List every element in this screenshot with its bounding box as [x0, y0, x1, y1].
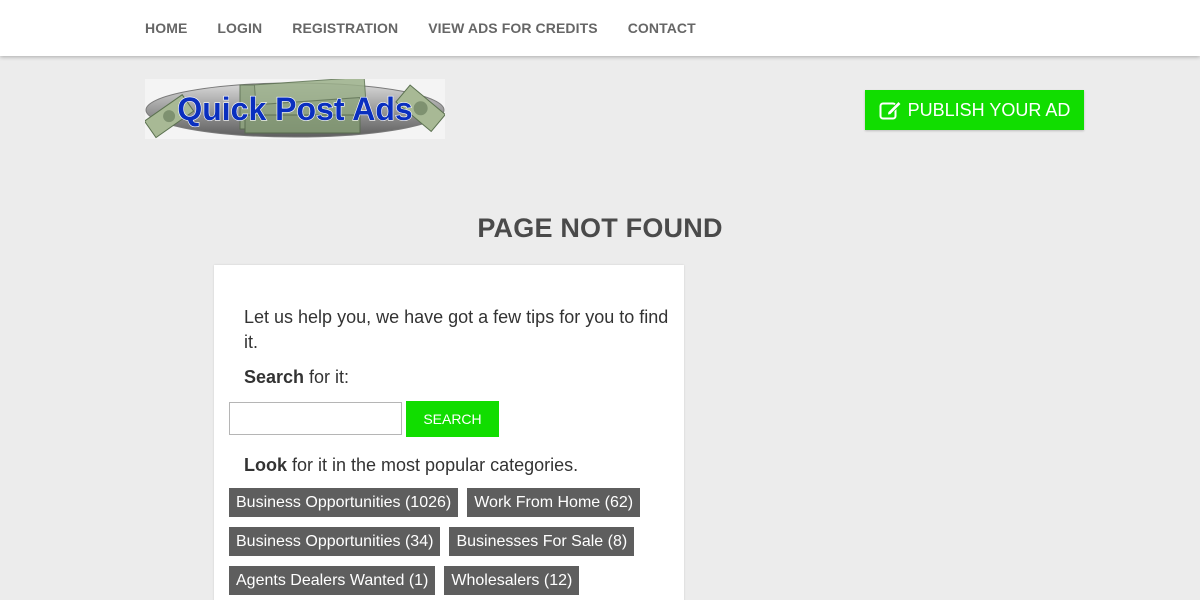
search-hint: Search for it: [244, 365, 349, 390]
popular-categories: Business Opportunities (1026) Work From … [229, 488, 669, 600]
search-hint-rest: for it: [304, 367, 350, 387]
site-logo[interactable]: Quick Post Ads [145, 79, 445, 139]
search-hint-bold: Search [244, 367, 305, 387]
category-tag[interactable]: Business Opportunities (1026) [229, 488, 459, 517]
look-hint-rest: for it in the most popular categories. [287, 455, 579, 475]
logo-graphic: Quick Post Ads [145, 79, 445, 139]
logo-text: Quick Post Ads [177, 91, 412, 127]
tips-text: Let us help you, we have got a few tips … [244, 307, 669, 352]
category-tag[interactable]: Businesses For Sale (8) [449, 527, 635, 556]
category-tag[interactable]: Business Opportunities (34) [229, 527, 441, 556]
page-title: Page not found [477, 213, 723, 243]
category-tag[interactable]: Agents Dealers Wanted (1) [229, 566, 436, 595]
not-found-card: Let us help you, we have got a few tips … [214, 265, 684, 600]
nav-item-view-ads-for-credits[interactable]: View Ads For Credits [428, 20, 598, 36]
search-input[interactable] [229, 402, 402, 435]
publish-ad-button[interactable]: Publish your ad [865, 90, 1084, 130]
category-row: Business Opportunities (34) Businesses F… [229, 527, 669, 556]
nav-item-home[interactable]: Home [145, 20, 187, 36]
look-hint-bold: Look [244, 455, 287, 475]
look-hint: Look for it in the most popular categori… [244, 453, 578, 478]
nav-item-registration[interactable]: Registration [292, 20, 398, 36]
search-button[interactable]: Search [406, 401, 499, 437]
top-navigation-bar: Home Login Registration View Ads For Cre… [0, 0, 1200, 56]
category-tag[interactable]: Work From Home (62) [467, 488, 641, 517]
publish-ad-label: Publish your ad [907, 99, 1071, 120]
category-row: Agents Dealers Wanted (1) Wholesalers (1… [229, 566, 669, 595]
nav-item-login[interactable]: Login [217, 20, 262, 36]
category-row: Business Opportunities (1026) Work From … [229, 488, 669, 517]
nav-item-contact[interactable]: Contact [628, 20, 696, 36]
main-nav: Home Login Registration View Ads For Cre… [145, 0, 726, 56]
edit-icon [879, 100, 902, 120]
category-tag[interactable]: Wholesalers (12) [444, 566, 580, 595]
